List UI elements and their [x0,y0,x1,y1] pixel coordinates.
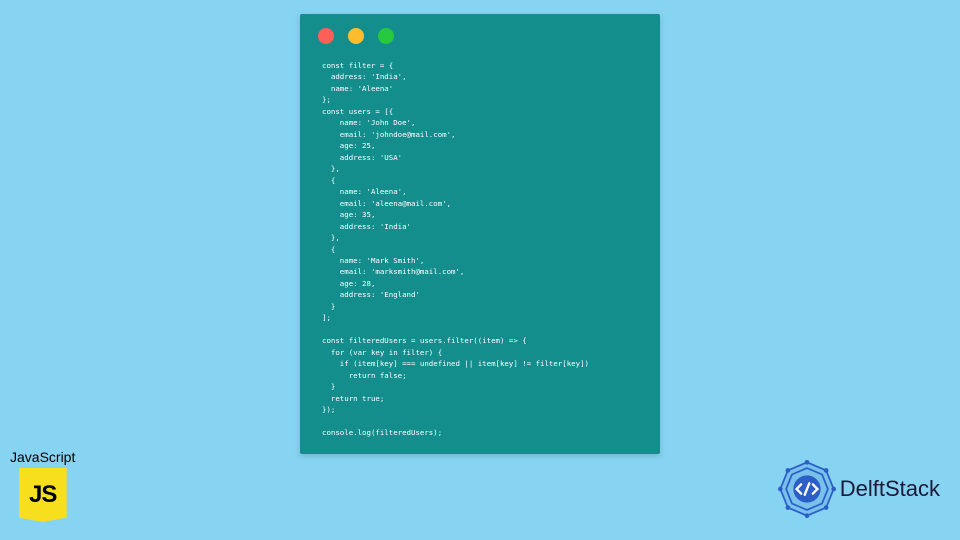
js-shield-icon: JS [19,468,67,522]
minimize-icon [348,28,364,44]
js-label: JavaScript [10,449,75,465]
brand-name: DelftStack [840,476,940,502]
window-controls [300,14,660,50]
close-icon [318,28,334,44]
brand-logo: DelftStack [778,460,940,518]
code-window: const filter = { address: 'India', name:… [300,14,660,454]
delftstack-icon [778,460,836,518]
code-block: const filter = { address: 'India', name:… [300,50,660,448]
maximize-icon [378,28,394,44]
js-icon-text: JS [29,481,56,509]
javascript-badge: JavaScript JS [10,449,75,522]
